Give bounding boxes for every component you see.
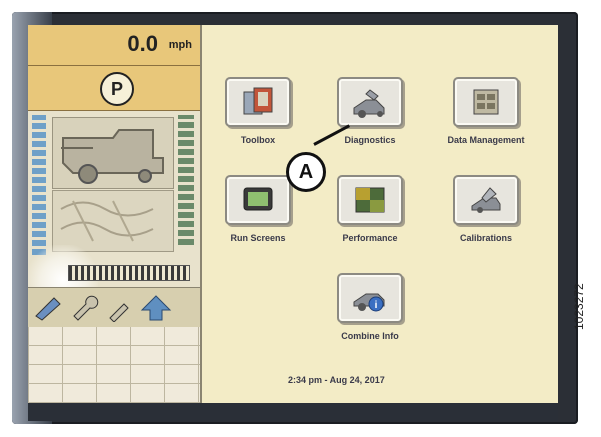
speed-unit: mph [168,39,192,51]
right-level-gauge [178,115,194,245]
figure-id: 1023272 [572,283,586,330]
menu-item-performance[interactable]: Performance [322,175,418,243]
diagnostics-icon [353,89,385,118]
diagnostics-label: Diagnostics [344,135,396,145]
fill-level-bar [68,265,190,281]
menu-item-combine-info[interactable]: i Combine Info [322,273,418,341]
rotor-graphic [52,190,174,252]
menu-item-calibrations[interactable]: Calibrations [438,175,534,243]
svg-text:i: i [375,300,378,311]
run-screens-button[interactable] [225,175,291,225]
performance-label: Performance [342,233,398,243]
date-time: 2:34 pm - Aug 24, 2017 [288,375,385,385]
combine-info-button[interactable]: i [337,273,403,323]
bezel-bottom [28,403,558,421]
status-grid [28,327,200,403]
rotor-icon [60,200,154,242]
display-screen: 0.0 mph P Toolbox Diagnostics Data Manag… [28,25,558,403]
speed-readout: 0.0 mph [28,25,200,66]
wrench-icon[interactable] [68,294,100,322]
park-indicator: P [28,66,200,111]
menu-item-data-management[interactable]: Data Management [438,77,534,145]
menu-item-toolbox[interactable]: Toolbox [210,77,306,145]
park-brake-icon: P [100,72,134,106]
calibrations-label: Calibrations [459,233,512,243]
calibrations-button[interactable] [453,175,519,225]
combine-info-icon: i [353,293,385,312]
up-arrow-icon[interactable] [140,294,172,322]
combine-graphic [52,117,174,189]
status-panel: 0.0 mph P [28,25,202,403]
toolbox-button[interactable] [225,77,291,127]
toolbox-label: Toolbox [240,135,276,145]
calibrations-icon [471,187,501,213]
speed-value: 0.0 [127,31,158,56]
screwdriver-icon[interactable] [104,294,136,322]
left-level-gauge [32,115,46,255]
diagnostics-button[interactable] [337,77,403,127]
callout-a: A [286,152,326,192]
data-management-icon [473,89,499,115]
combine-info-label: Combine Info [341,331,399,341]
run-screens-label: Run Screens [230,233,286,243]
performance-icon [355,187,385,213]
toolbox-icon [243,87,273,115]
data-management-label: Data Management [447,135,525,145]
shortcut-row [28,287,200,328]
performance-button[interactable] [337,175,403,225]
data-management-button[interactable] [453,77,519,127]
combine-icon [61,129,164,184]
menu-item-diagnostics[interactable]: Diagnostics [322,77,418,145]
pen-icon[interactable] [32,294,64,322]
run-screens-icon [243,187,273,211]
